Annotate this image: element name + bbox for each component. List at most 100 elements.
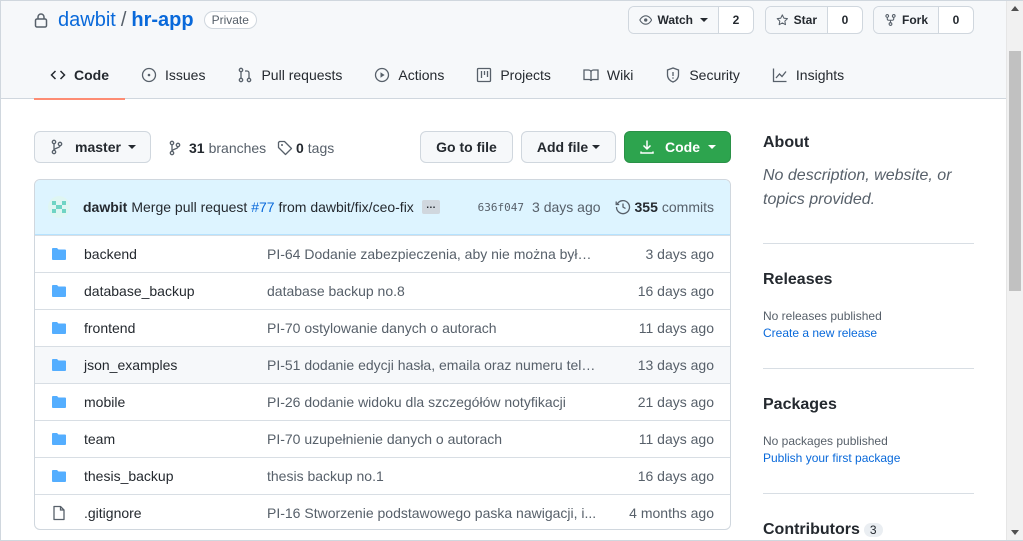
star-count[interactable]: 0 [828,7,862,33]
repo-header: dawbit / hr-app Private Watch 2 Star 0 F… [1,1,1006,100]
contributors-title-link[interactable]: Contributors 3 [763,521,974,539]
code-icon [50,70,66,80]
packages-title-link[interactable]: Packages [763,396,974,414]
file-age: 4 months ago [629,505,714,521]
repo-owner-link[interactable]: dawbit [58,9,116,32]
watch-label: Watch [657,13,693,27]
commit-message[interactable]: Merge pull request #77 from dawbit/fix/c… [131,199,413,215]
file-commit-message-link[interactable]: database backup no.8 [267,283,597,299]
code-clone-button[interactable]: Code [624,131,731,163]
scroll-down-icon[interactable] [1011,530,1019,535]
avatar[interactable] [48,196,70,218]
chevron-down-icon [708,145,716,149]
repo-name-link[interactable]: hr-app [131,9,193,32]
issue-icon [141,67,157,83]
chevron-down-icon [127,145,136,149]
chevron-down-icon [700,18,708,22]
file-name-link[interactable]: thesis_backup [84,468,267,484]
tab-security[interactable]: Security [649,51,756,99]
watch-button-group: Watch 2 [628,6,754,34]
file-row[interactable]: database_backup database backup no.8 16 … [35,272,730,309]
page-scrollbar[interactable] [1006,1,1023,540]
file-age: 11 days ago [638,320,714,336]
about-title: About [763,134,810,151]
file-row[interactable]: thesis_backup thesis backup no.1 16 days… [35,457,730,494]
commit-time: 3 days ago [532,199,601,215]
file-row[interactable]: .gitignore PI-16 Stworzenie podstawowego… [35,494,730,529]
file-age: 11 days ago [638,431,714,447]
commit-sha-link[interactable]: 636f047 [478,201,524,214]
file-commit-message-link[interactable]: PI-16 Stworzenie podstawowego paska nawi… [267,505,597,521]
publish-package-link[interactable]: Publish your first package [763,451,974,465]
fork-button[interactable]: Fork [874,7,939,33]
contributors-title: Contributors [763,521,860,538]
file-browser: dawbit Merge pull request #77 from dawbi… [34,179,731,530]
tags-link[interactable]: 0 tags [277,139,334,157]
eye-icon [639,15,653,25]
tab-issues[interactable]: Issues [125,51,221,99]
branch-select-button[interactable]: master [34,131,151,163]
go-to-file-button[interactable]: Go to file [420,131,513,163]
file-name-link[interactable]: .gitignore [84,505,267,521]
releases-title-link[interactable]: Releases [763,271,974,289]
tab-code[interactable]: Code [34,51,125,100]
tab-insights[interactable]: Insights [756,51,860,99]
chevron-down-icon [592,145,601,149]
branch-name: master [75,139,121,155]
tab-projects[interactable]: Projects [460,51,567,99]
play-icon [375,67,390,83]
scrollbar-thumb[interactable] [1009,51,1021,291]
file-name-link[interactable]: backend [84,246,267,262]
file-row[interactable]: mobile PI-26 dodanie widoku dla szczegół… [35,383,730,420]
tab-actions[interactable]: Actions [358,51,460,99]
create-release-link[interactable]: Create a new release [763,326,974,340]
file-row[interactable]: backend PI-64 Dodanie zabezpieczenia, ab… [35,235,730,272]
commit-message-suffix: from dawbit/fix/ceo-fix [278,199,414,215]
file-name-link[interactable]: team [84,431,267,447]
file-commit-message-link[interactable]: thesis backup no.1 [267,468,597,484]
expand-commit-button[interactable]: … [421,200,440,214]
file-name-link[interactable]: mobile [84,394,267,410]
folder-icon [52,359,66,371]
fork-icon [885,14,896,26]
commits-count: 355 [634,199,658,215]
add-file-button[interactable]: Add file [521,131,616,163]
commits-history-link[interactable]: 355 commits [615,199,714,215]
commits-label: commits [661,199,714,215]
branches-count: 31 [189,140,205,156]
fork-count[interactable]: 0 [939,7,973,33]
sidebar-divider [763,243,974,244]
file-row[interactable]: frontend PI-70 ostylowanie danych o auto… [35,309,730,346]
download-icon [640,140,654,154]
commit-pr-link[interactable]: #77 [251,199,274,215]
branches-link[interactable]: 31 branches [167,139,266,157]
file-commit-message-link[interactable]: PI-26 dodanie widoku dla szczegółów noty… [267,394,597,410]
scroll-up-icon[interactable] [1011,6,1019,11]
latest-commit-bar: dawbit Merge pull request #77 from dawbi… [35,180,730,235]
tab-projects-label: Projects [500,67,551,83]
fork-button-group: Fork 0 [873,6,974,34]
releases-empty-text: No releases published [763,309,882,323]
file-row[interactable]: team PI-70 uzupełnienie danych o autorac… [35,420,730,457]
releases-section: Releases No releases published Create a … [763,271,974,340]
tab-wiki[interactable]: Wiki [567,51,649,99]
file-name-link[interactable]: database_backup [84,283,267,299]
watch-button[interactable]: Watch [629,7,719,33]
tab-pull-requests[interactable]: Pull requests [221,51,358,99]
file-name-link[interactable]: frontend [84,320,267,336]
star-button[interactable]: Star [766,7,828,33]
commit-author-link[interactable]: dawbit [83,199,127,215]
file-commit-message-link[interactable]: PI-64 Dodanie zabezpieczenia, aby nie mo… [267,246,597,262]
contributors-section: Contributors 3 [763,521,974,539]
watch-count[interactable]: 2 [719,7,753,33]
file-commit-message-link[interactable]: PI-70 ostylowanie danych o autorach [267,320,597,336]
tab-issues-label: Issues [165,67,206,83]
file-commit-message-link[interactable]: PI-70 uzupełnienie danych o autorach [267,431,597,447]
folder-icon [52,470,66,482]
file-row[interactable]: json_examples PI-51 dodanie edycji hasła… [35,346,730,383]
file-commit-message-link[interactable]: PI-51 dodanie edycji hasła, emaila oraz … [267,357,597,373]
path-separator: / [120,8,127,31]
about-description: No description, website, or topics provi… [763,167,952,208]
tab-security-label: Security [689,67,740,83]
file-name-link[interactable]: json_examples [84,357,267,373]
